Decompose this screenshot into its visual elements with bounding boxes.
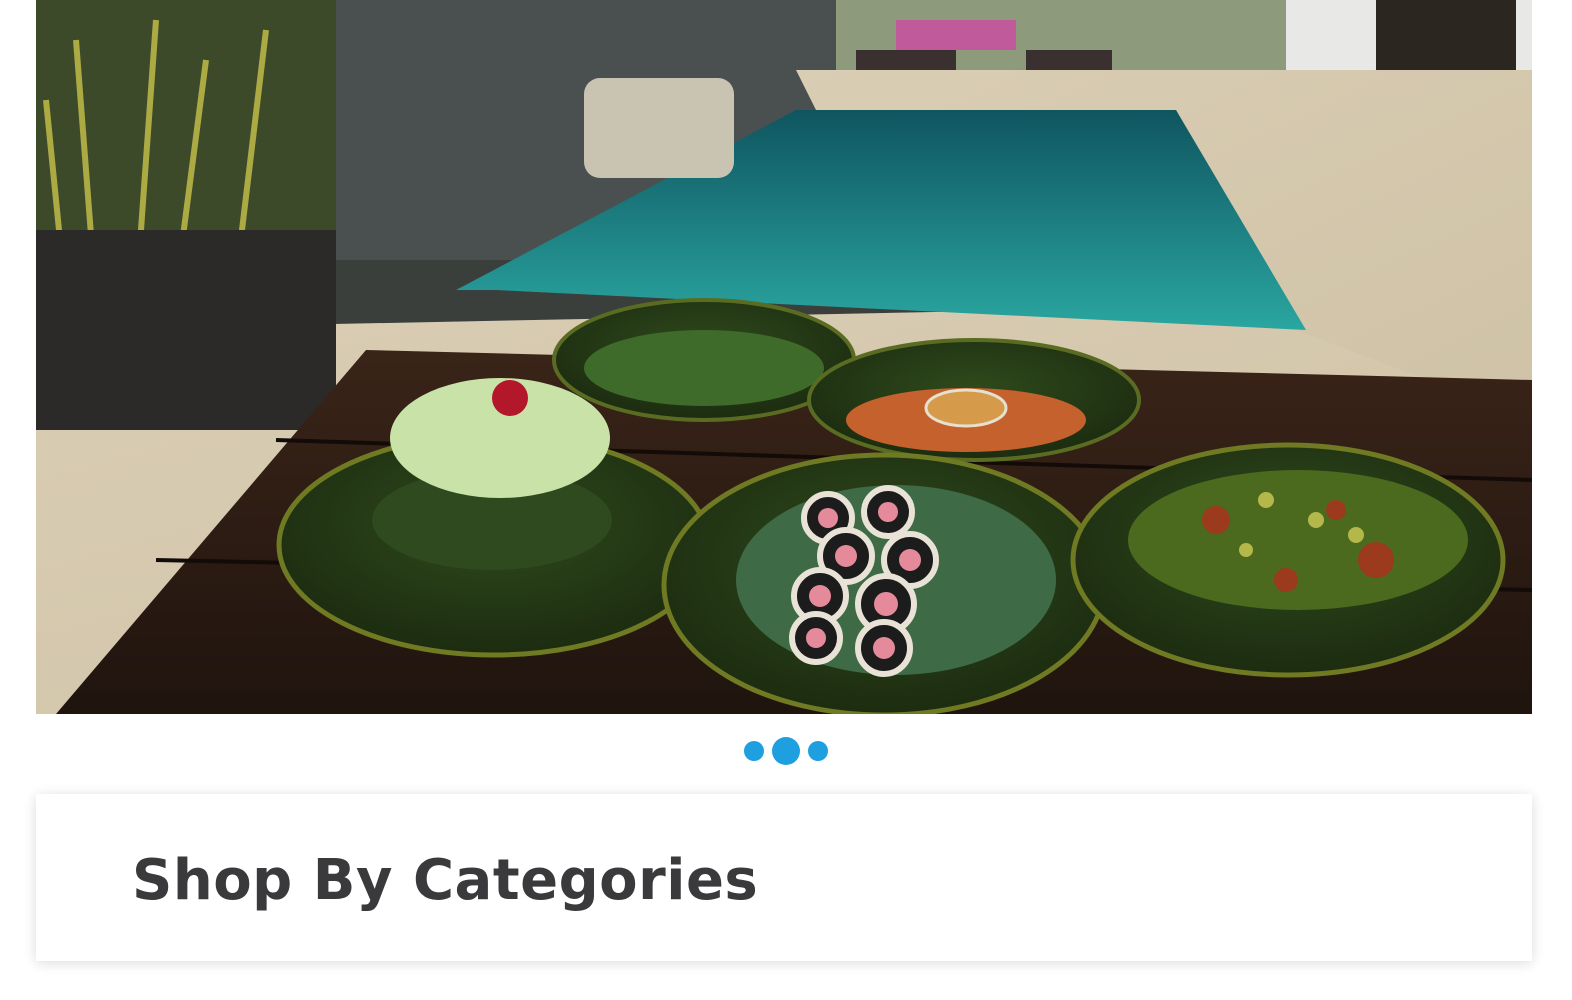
hero-slide-image	[36, 0, 1532, 714]
section-title: Shop By Categories	[132, 848, 759, 913]
slider-dot-3[interactable]	[808, 741, 828, 761]
slider-dot-1[interactable]	[744, 741, 764, 761]
categories-section: Shop By Categories	[36, 794, 1532, 961]
slider-pagination	[0, 736, 1572, 766]
hero-food-photo	[36, 0, 1532, 714]
page: Shop By Categories	[0, 0, 1572, 1000]
slider-dot-2-active[interactable]	[772, 737, 800, 765]
